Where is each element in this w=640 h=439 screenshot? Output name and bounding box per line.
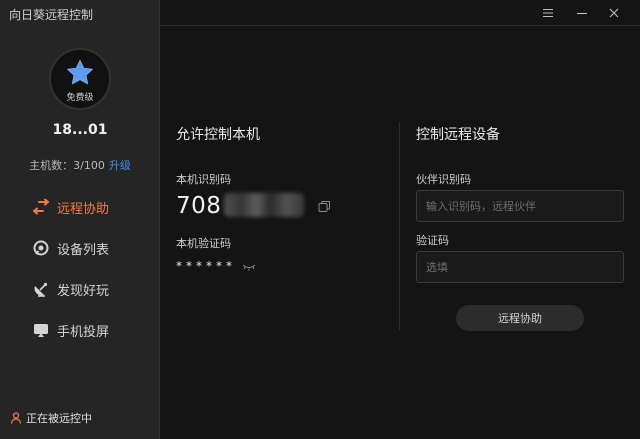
partner-id-input[interactable] (416, 190, 624, 222)
remote-control-title: 控制远程设备 (416, 127, 500, 143)
local-code-label: 本机验证码 (176, 237, 231, 250)
eye-closed-icon[interactable] (242, 262, 256, 272)
local-id-value: 708 (176, 193, 222, 219)
remote-assist-button[interactable]: 远程协助 (456, 305, 584, 331)
copy-icon[interactable] (318, 200, 331, 213)
upgrade-link[interactable]: 升级 (109, 159, 131, 172)
screen-cast-icon (32, 321, 50, 339)
user-id: 18...01 (52, 122, 108, 138)
local-code-value: ****** (176, 259, 236, 273)
allow-control-title: 允许控制本机 (176, 127, 260, 143)
avatar[interactable]: 免费级 (49, 48, 111, 110)
menu-icon[interactable] (540, 5, 556, 21)
verify-code-label: 验证码 (416, 234, 449, 247)
device-list-icon (32, 239, 50, 257)
sidebar-item-remote-assist[interactable]: 远程协助 (32, 197, 109, 217)
swap-arrows-icon (32, 198, 50, 216)
user-icon (10, 412, 22, 424)
sidebar-item-discover[interactable]: 发现好玩 (32, 279, 109, 299)
control-status: 正在被远控中 (10, 410, 92, 426)
sidebar-item-device-list[interactable]: 设备列表 (32, 238, 109, 258)
id-redaction-blur (224, 193, 304, 217)
satellite-dish-icon (32, 280, 50, 298)
star-icon (67, 59, 93, 85)
close-icon[interactable] (606, 5, 622, 21)
host-count-label: 主机数：3/100 (29, 159, 105, 172)
sidebar: 向日葵远程控制 免费级 18...01 主机数：3/100 升级 远程协助 设备… (0, 0, 160, 439)
title-bar (160, 0, 640, 26)
verify-code-input[interactable] (416, 251, 624, 283)
status-text: 正在被远控中 (26, 412, 92, 425)
local-id-label: 本机识别码 (176, 173, 231, 186)
sidebar-item-label: 远程协助 (57, 201, 110, 217)
sidebar-item-screen-cast[interactable]: 手机投屏 (32, 320, 109, 340)
section-divider (399, 122, 400, 330)
sidebar-item-label: 发现好玩 (57, 283, 110, 299)
sidebar-nav: 远程协助 设备列表 发现好玩 手机投屏 (32, 197, 109, 361)
sidebar-item-label: 手机投屏 (57, 324, 110, 340)
tier-badge: 免费级 (66, 93, 94, 103)
host-count: 主机数：3/100 升级 (0, 157, 160, 173)
sidebar-item-label: 设备列表 (57, 242, 110, 258)
minimize-icon[interactable] (574, 5, 590, 21)
partner-id-label: 伙伴识别码 (416, 173, 471, 186)
app-title: 向日葵远程控制 (9, 8, 94, 22)
